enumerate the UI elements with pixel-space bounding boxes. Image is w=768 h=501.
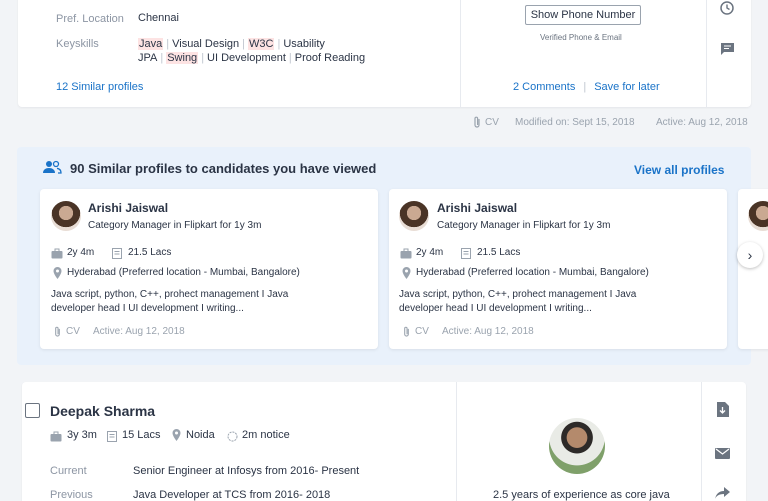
previous-label: Previous (50, 489, 93, 501)
cv-label[interactable]: CV (415, 326, 429, 337)
active-date: Active: Aug 12, 2018 (442, 326, 534, 337)
location-pin-icon (402, 266, 411, 284)
current-value: Senior Engineer at Infosys from 2016- Pr… (133, 465, 360, 477)
salary-icon (461, 246, 473, 264)
profile-location: Hyderabad (Preferred location - Mumbai, … (416, 267, 649, 278)
cv-label[interactable]: CV (66, 326, 80, 337)
profile-role: Category Manager in Flipkart for 1y 3m (437, 220, 611, 231)
mail-icon[interactable] (715, 446, 730, 464)
notice-period-icon (227, 429, 238, 447)
skill-tag: JPA (138, 52, 158, 64)
previous-value: Java Developer at TCS from 2016- 2018 (133, 489, 331, 501)
skills-line-2: JPA | Swing | UI Development | Proof Reading (138, 52, 366, 64)
similar-panel-title: 90 Similar profiles to candidates you ha… (70, 161, 377, 176)
avatar (399, 201, 429, 231)
location-pin-icon (53, 266, 62, 284)
show-phone-button[interactable]: Show Phone Number (525, 5, 641, 25)
paperclip-icon (402, 325, 411, 343)
avatar (549, 418, 605, 474)
active-date: Active: Aug 12, 2018 (93, 326, 185, 337)
skills-line-1: Java | Visual Design | W3C | Usability (138, 38, 325, 50)
next-arrow-button[interactable]: › (737, 242, 763, 268)
paperclip-icon (472, 116, 482, 134)
experience-summary: 2.5 years of experience as core java (493, 489, 670, 501)
profile-experience: 2y 4m (67, 247, 95, 258)
profile-skills-line-2: developer head I UI development I writin… (399, 303, 592, 314)
skill-tag: W3C (248, 38, 275, 50)
share-icon[interactable] (715, 486, 730, 501)
active-date: Active: Aug 12, 2018 (656, 117, 748, 128)
skill-tag: Swing (166, 52, 199, 64)
skill-tag: UI Development (207, 52, 286, 64)
skill-tag: Java (138, 38, 164, 50)
profile-skills-line-2: developer head I UI development I writin… (51, 303, 244, 314)
download-icon[interactable] (716, 402, 729, 422)
candidate-location: Noida (186, 429, 215, 441)
save-later-link[interactable]: Save for later (594, 81, 659, 93)
profile-role: Category Manager in Flipkart for 1y 3m (88, 220, 262, 231)
profile-skills-line-1: Java script, python, C++, prohect manage… (399, 289, 637, 300)
divider (456, 382, 457, 501)
profile-location: Hyderabad (Preferred location - Mumbai, … (67, 267, 300, 278)
profile-name[interactable]: Arishi Jaiswal (437, 201, 517, 215)
briefcase-icon (50, 429, 62, 447)
pref-location-label: Pref. Location (56, 13, 124, 25)
candidate-notice: 2m notice (242, 429, 290, 441)
divider (701, 382, 702, 501)
location-pin-icon (172, 428, 181, 446)
view-all-profiles-link[interactable]: View all profiles (634, 163, 724, 177)
keyskills-label: Keyskills (56, 38, 99, 50)
candidate-card (22, 382, 746, 501)
divider (706, 0, 707, 107)
skill-tag: Usability (283, 38, 325, 50)
cv-label[interactable]: CV (485, 117, 499, 128)
chevron-right-icon: › (747, 247, 753, 263)
profile-experience: 2y 4m (416, 247, 444, 258)
card-actions: 2 Comments | Save for later (513, 81, 660, 93)
comments-link[interactable]: 2 Comments (513, 81, 575, 93)
salary-icon (112, 246, 124, 264)
paperclip-icon (53, 325, 62, 343)
profile-salary: 21.5 Lacs (128, 247, 172, 258)
avatar (51, 201, 81, 231)
select-candidate-checkbox[interactable] (25, 403, 40, 418)
briefcase-icon (400, 246, 412, 264)
chat-icon[interactable] (720, 42, 735, 62)
modified-date: Modified on: Sept 15, 2018 (515, 117, 635, 128)
pref-location-value: Chennai (138, 12, 179, 24)
skill-tag: Visual Design (172, 38, 240, 50)
users-icon (42, 160, 62, 179)
divider (460, 0, 461, 107)
profile-name[interactable]: Arishi Jaiswal (88, 201, 168, 215)
candidate-name[interactable]: Deepak Sharma (50, 403, 155, 419)
skill-tag: Proof Reading (294, 52, 366, 64)
profile-skills-line-1: Java script, python, C++, prohect manage… (51, 289, 289, 300)
profile-salary: 21.5 Lacs (477, 247, 521, 258)
salary-icon (107, 429, 119, 447)
clock-icon[interactable] (719, 0, 735, 21)
briefcase-icon (51, 246, 63, 264)
verified-text: Verified Phone & Email (540, 33, 622, 42)
current-label: Current (50, 465, 87, 477)
candidate-experience: 3y 3m (67, 429, 97, 441)
similar-profiles-link[interactable]: 12 Similar profiles (56, 81, 143, 93)
candidate-salary: 15 Lacs (122, 429, 161, 441)
